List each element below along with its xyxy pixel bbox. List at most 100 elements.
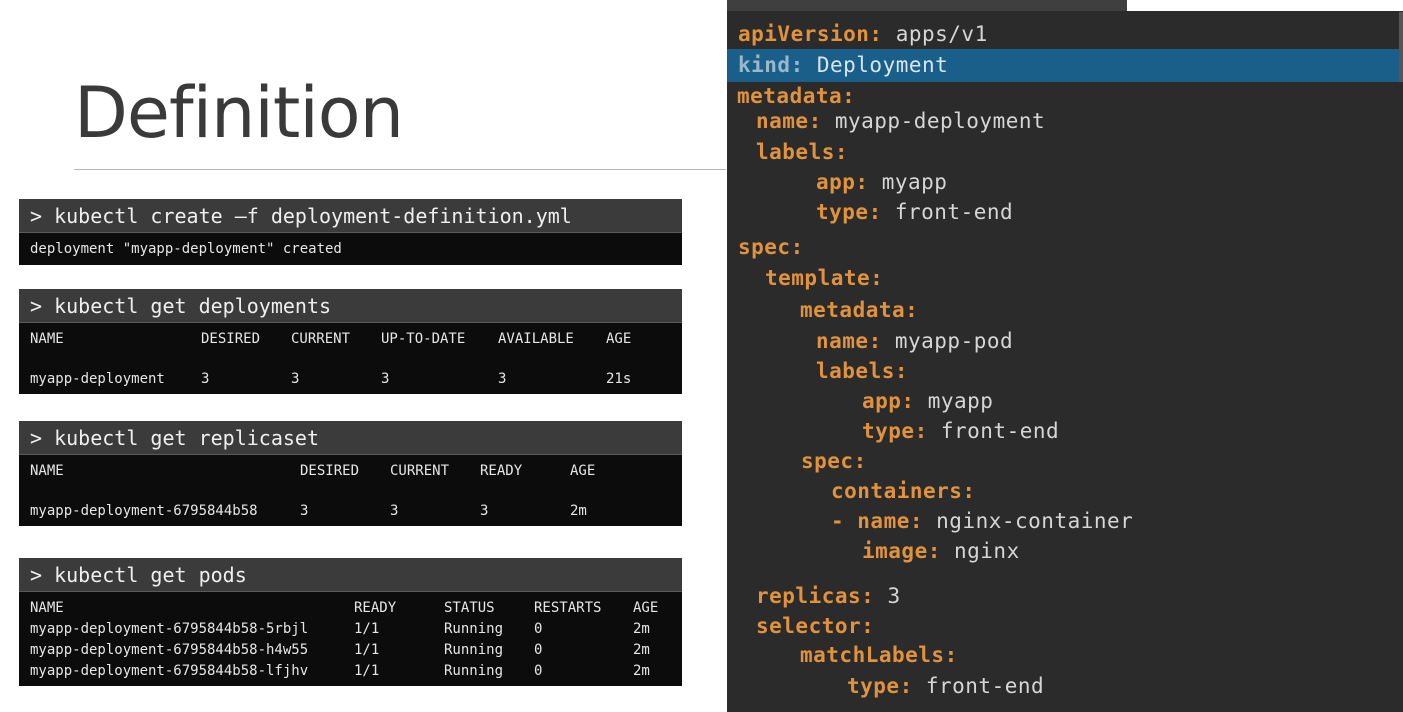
yaml-line: selector: xyxy=(756,612,874,640)
table-cell: 3 xyxy=(381,371,390,387)
table-cell: 1/1 xyxy=(354,663,380,679)
yaml-key: selector: xyxy=(756,614,875,638)
yaml-key: spec: xyxy=(801,449,867,473)
yaml-line: type: front-end xyxy=(816,198,1013,226)
yaml-key: containers: xyxy=(831,479,976,503)
editor-tab-gap xyxy=(1127,0,1403,11)
table-cell: 3 xyxy=(498,371,507,387)
yaml-key: image: xyxy=(862,539,941,563)
table-cell: myapp-deployment-6795844b58-lfjhv xyxy=(30,663,309,679)
yaml-line: image: nginx xyxy=(862,537,1020,565)
table-cell: 1/1 xyxy=(354,642,380,658)
terminal-get-deployments: > kubectl get deployments NAME DESIRED C… xyxy=(19,289,682,394)
column-header: AGE xyxy=(606,331,632,347)
yaml-value: nginx xyxy=(940,539,1020,563)
terminal-command: > kubectl get pods xyxy=(19,558,682,592)
terminal-command: > kubectl create –f deployment-definitio… xyxy=(19,199,682,233)
table-cell: 2m xyxy=(570,503,587,519)
yaml-key: spec: xyxy=(738,235,804,259)
terminal-command: > kubectl get deployments xyxy=(19,289,682,323)
yaml-key: type: xyxy=(816,200,882,224)
yaml-value: front-end xyxy=(881,200,1014,224)
column-header: READY xyxy=(480,463,523,479)
table-cell: Running xyxy=(444,663,504,679)
yaml-value: Deployment xyxy=(803,53,949,77)
yaml-value: front-end xyxy=(927,419,1060,443)
yaml-key: template: xyxy=(765,266,884,290)
yaml-line: labels: xyxy=(756,138,848,166)
yaml-line: name: myapp-deployment xyxy=(756,107,1045,135)
yaml-value: front-end xyxy=(912,674,1045,698)
yaml-key: type: xyxy=(847,674,913,698)
yaml-key: type: xyxy=(862,419,928,443)
column-header: DESIRED xyxy=(300,463,360,479)
yaml-key: name: xyxy=(816,329,882,353)
table-cell: 0 xyxy=(534,642,543,658)
yaml-line: type: front-end xyxy=(847,672,1044,700)
slide-title: Definition xyxy=(74,72,404,154)
table-cell: 0 xyxy=(534,621,543,637)
column-header: UP-TO-DATE xyxy=(381,331,466,347)
yaml-line: matchLabels: xyxy=(800,641,958,669)
yaml-line: replicas: 3 xyxy=(756,582,901,610)
terminal-get-replicaset: > kubectl get replicaset NAME DESIRED CU… xyxy=(19,421,682,526)
yaml-key: labels: xyxy=(816,359,909,383)
terminal-output: NAME DESIRED CURRENT UP-TO-DATE AVAILABL… xyxy=(19,323,682,394)
table-cell: 3 xyxy=(390,503,399,519)
yaml-key: labels: xyxy=(756,140,849,164)
yaml-key: metadata: xyxy=(737,84,856,108)
table-cell: 3 xyxy=(300,503,309,519)
column-header: NAME xyxy=(30,600,64,616)
output-line: deployment "myapp-deployment" created xyxy=(30,241,342,257)
yaml-value: nginx-container xyxy=(923,509,1134,533)
column-header: NAME xyxy=(30,463,64,479)
table-cell: 3 xyxy=(201,371,210,387)
yaml-line: metadata: xyxy=(800,296,918,324)
yaml-line: kind: Deployment xyxy=(738,51,948,79)
title-divider xyxy=(74,169,726,170)
table-cell: 3 xyxy=(291,371,300,387)
table-cell: myapp-deployment-6795844b58 xyxy=(30,503,258,519)
editor-scrollbar[interactable] xyxy=(1399,12,1403,82)
yaml-value: myapp xyxy=(914,389,994,413)
editor-tab[interactable] xyxy=(727,0,1127,11)
yaml-key: apiVersion: xyxy=(738,22,883,46)
yaml-editor[interactable]: apiVersion: apps/v1 kind: Deployment met… xyxy=(727,0,1403,712)
terminal-get-pods: > kubectl get pods NAME READY STATUS RES… xyxy=(19,558,682,686)
table-cell: 3 xyxy=(480,503,489,519)
table-cell: 21s xyxy=(606,371,632,387)
yaml-line: containers: xyxy=(831,477,976,505)
column-header: RESTARTS xyxy=(534,600,602,616)
yaml-value: myapp-pod xyxy=(881,329,1014,353)
table-cell: myapp-deployment-6795844b58-5rbjl xyxy=(30,621,309,637)
yaml-line: - name: nginx-container xyxy=(831,507,1133,535)
yaml-line: app: myapp xyxy=(862,387,993,415)
yaml-line: type: front-end xyxy=(862,417,1059,445)
table-cell: Running xyxy=(444,621,504,637)
yaml-line: spec: xyxy=(801,447,867,475)
table-cell: 2m xyxy=(633,642,650,658)
column-header: NAME xyxy=(30,331,64,347)
yaml-key: matchLabels: xyxy=(800,643,958,667)
yaml-key: kind: xyxy=(738,53,804,77)
terminal-create: > kubectl create –f deployment-definitio… xyxy=(19,199,682,265)
yaml-line: apiVersion: apps/v1 xyxy=(738,20,988,48)
yaml-key: name: xyxy=(756,109,822,133)
table-cell: 1/1 xyxy=(354,621,380,637)
yaml-line: name: myapp-pod xyxy=(816,327,1013,355)
column-header: DESIRED xyxy=(201,331,261,347)
yaml-line: spec: xyxy=(738,233,804,261)
column-header: AVAILABLE xyxy=(498,331,574,347)
yaml-line: app: myapp xyxy=(816,168,947,196)
table-cell: Running xyxy=(444,642,504,658)
yaml-key: app: xyxy=(816,170,869,194)
yaml-key: - name: xyxy=(831,509,924,533)
terminal-output: NAME READY STATUS RESTARTS AGE myapp-dep… xyxy=(19,592,682,686)
table-cell: myapp-deployment xyxy=(30,371,165,387)
yaml-value: 3 xyxy=(874,584,901,608)
yaml-value: apps/v1 xyxy=(882,22,988,46)
table-cell: 0 xyxy=(534,663,543,679)
column-header: CURRENT xyxy=(291,331,351,347)
yaml-line: metadata: xyxy=(737,82,855,110)
yaml-value: myapp-deployment xyxy=(821,109,1046,133)
